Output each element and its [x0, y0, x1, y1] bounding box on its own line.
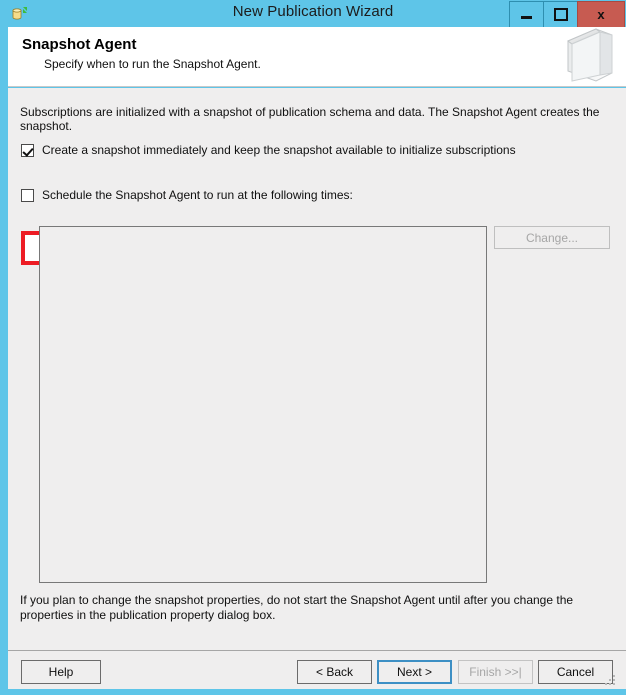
schedule-snapshot-checkbox-row[interactable]: Schedule the Snapshot Agent to run at th…	[21, 188, 353, 202]
schedule-snapshot-checkbox[interactable]	[21, 188, 34, 202]
change-button[interactable]: Change...	[494, 226, 610, 249]
wizard-body: Subscriptions are initialized with a sna…	[8, 88, 626, 650]
back-button[interactable]: < Back	[297, 660, 372, 684]
create-snapshot-label: Create a snapshot immediately and keep t…	[42, 143, 516, 157]
next-button[interactable]: Next >	[377, 660, 452, 684]
note-text: If you plan to change the snapshot prope…	[20, 593, 574, 622]
wizard-footer: Help < Back Next > Finish >>| Cancel	[8, 650, 626, 689]
new-publication-wizard-window: New Publication Wizard x Snapshot Agent …	[0, 0, 626, 695]
schedule-snapshot-label: Schedule the Snapshot Agent to run at th…	[42, 188, 353, 202]
maximize-icon	[553, 8, 568, 21]
resize-grip-icon[interactable]	[605, 675, 615, 685]
schedule-list-box[interactable]	[39, 226, 487, 583]
maximize-button[interactable]	[543, 1, 578, 28]
window-bottom-border	[0, 689, 626, 695]
window-controls: x	[509, 1, 625, 28]
minimize-button[interactable]	[509, 1, 544, 28]
finish-button[interactable]: Finish >>|	[458, 660, 533, 684]
cancel-button[interactable]: Cancel	[538, 660, 613, 684]
minimize-icon	[521, 16, 532, 19]
page-subtitle: Specify when to run the Snapshot Agent.	[44, 57, 261, 71]
page-title: Snapshot Agent	[22, 36, 137, 53]
intro-text: Subscriptions are initialized with a sna…	[20, 105, 600, 133]
create-snapshot-checkbox-row[interactable]: Create a snapshot immediately and keep t…	[21, 143, 516, 157]
book-icon	[556, 25, 618, 87]
title-bar: New Publication Wizard x	[0, 0, 626, 28]
wizard-header: Snapshot Agent Specify when to run the S…	[8, 27, 626, 87]
help-button[interactable]: Help	[21, 660, 101, 684]
create-snapshot-checkbox[interactable]	[21, 143, 34, 157]
close-button[interactable]: x	[577, 1, 625, 28]
